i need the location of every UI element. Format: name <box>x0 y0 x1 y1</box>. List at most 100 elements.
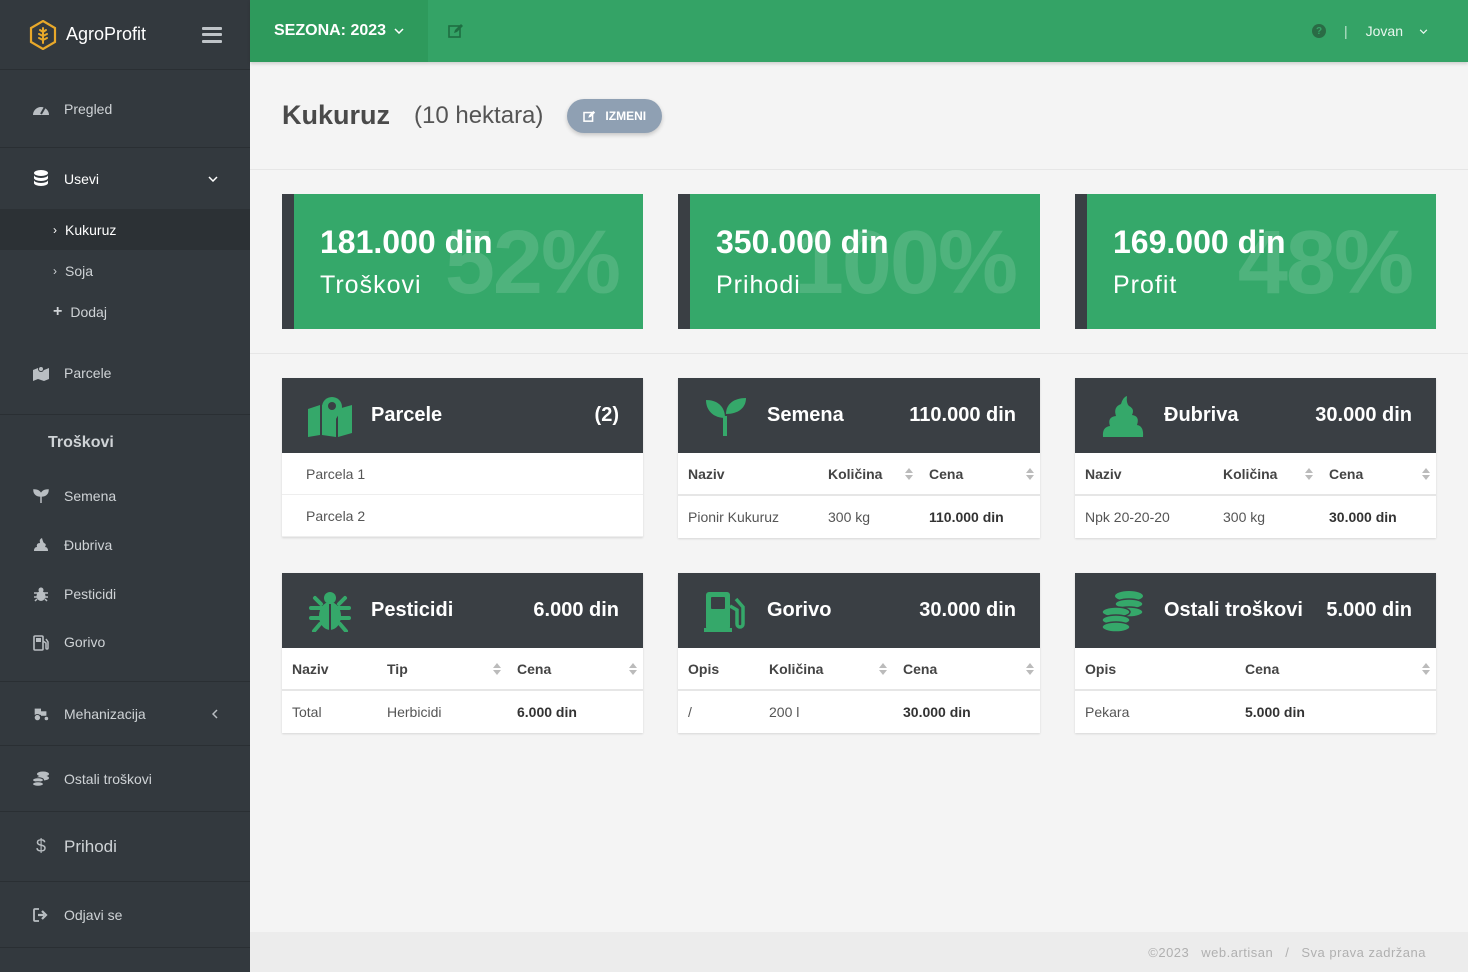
sort-icon <box>879 663 887 675</box>
sidebar-subitem-kukuruz[interactable]: › Kukuruz <box>0 209 250 250</box>
sidebar-subitem-soja[interactable]: › Soja <box>0 250 250 291</box>
page-title: Kukuruz <box>282 100 390 130</box>
footer-separator: / <box>1285 944 1290 960</box>
column-header[interactable]: Cena <box>1319 453 1436 496</box>
coins-icon <box>1099 589 1147 633</box>
bug-icon <box>306 589 354 633</box>
sidebar-item-parcele[interactable]: Parcele <box>0 332 250 415</box>
sidebar-item-ostali-troskovi[interactable]: Ostali troškovi <box>0 746 250 812</box>
card-dubriva: Đubriva 30.000 din Naziv Količina Cena N… <box>1075 378 1436 538</box>
table-cell: Pionir Kukuruz <box>688 509 780 525</box>
card-title: Semena <box>767 404 844 426</box>
sidebar-item-semena[interactable]: Semena <box>0 471 250 520</box>
table-cell: Herbicidi <box>387 704 442 720</box>
table-row[interactable]: Pionir Kukuruz 300 kg 110.000 din <box>678 495 1040 538</box>
column-header[interactable]: Cena <box>507 648 643 691</box>
dashboard-icon <box>32 100 50 118</box>
table-row[interactable]: Pekara 5.000 din <box>1075 690 1436 733</box>
edit-button[interactable]: IZMENI <box>567 98 663 133</box>
sidebar-item-pesticidi[interactable]: Pesticidi <box>0 569 250 618</box>
sidebar-item-odjavi-se[interactable]: Odjavi se <box>0 882 250 948</box>
sort-icon <box>1026 468 1034 480</box>
edit-button-label: IZMENI <box>605 108 647 123</box>
chevron-down-icon[interactable] <box>1419 28 1428 34</box>
gas-pump-icon <box>702 589 750 633</box>
table-cell: Npk 20-20-20 <box>1085 509 1170 525</box>
coins-icon <box>32 770 50 788</box>
chevron-right-icon: › <box>53 222 57 237</box>
help-icon[interactable]: ? <box>1312 24 1326 38</box>
section-divider <box>250 353 1468 354</box>
column-header[interactable]: Količina <box>818 453 919 496</box>
topbar-right: ? | Jovan <box>1312 23 1468 39</box>
list-item[interactable]: Parcela 2 <box>282 495 643 537</box>
table-cell: 110.000 din <box>929 509 1004 525</box>
column-header[interactable]: Cena <box>1235 648 1436 691</box>
sidebar-item-label: Mehanizacija <box>64 705 146 722</box>
card-header: Ostali troškovi 5.000 din <box>1075 573 1436 648</box>
tractor-icon <box>32 705 50 723</box>
season-dropdown[interactable]: SEZONA: 2023 <box>250 0 429 62</box>
stat-label: Prihodi <box>716 271 801 299</box>
sidebar-item-label: Ostali troškovi <box>64 770 152 787</box>
sidebar-item-usevi[interactable]: Usevi <box>0 148 250 209</box>
edit-icon[interactable] <box>448 23 464 39</box>
stats-row: 52% 181.000 din Troškovi 100% 350.000 di… <box>282 194 1436 329</box>
stat-troskovi: 52% 181.000 din Troškovi <box>282 194 643 329</box>
sidebar-item-pregled[interactable]: Pregled <box>0 70 250 148</box>
hamburger-menu-icon[interactable] <box>202 26 222 43</box>
sidebar: AgroProfit Pregled Usevi › Kukuruz › Soj… <box>0 0 250 972</box>
sidebar-subitem-label: Kukuruz <box>65 221 117 238</box>
card-value: (2) <box>594 404 619 426</box>
sidebar-item-label: Đubriva <box>64 536 113 553</box>
sidebar-subitem-label: Soja <box>65 262 94 279</box>
map-marker-icon <box>32 364 50 382</box>
chevron-right-icon: › <box>53 263 57 278</box>
column-header[interactable]: Cena <box>893 648 1040 691</box>
sidebar-subitem-dodaj[interactable]: + Dodaj <box>0 291 250 332</box>
sidebar-item-mehanizacija[interactable]: Mehanizacija <box>0 682 250 746</box>
list-item[interactable]: Parcela 1 <box>282 453 643 495</box>
sidebar-section-troskovi: Troškovi <box>48 434 114 451</box>
map-marker-icon <box>306 394 354 438</box>
table-cell: 200 l <box>769 704 800 720</box>
card-title: Gorivo <box>767 599 832 621</box>
ostali-table: Opis Cena Pekara 5.000 din <box>1075 648 1436 733</box>
season-label: SEZONA: 2023 <box>274 22 387 39</box>
column-header[interactable]: Cena <box>919 453 1040 496</box>
gorivo-table: Opis Količina Cena / 200 l 30.000 din <box>678 648 1040 733</box>
table-row[interactable]: Total Herbicidi 6.000 din <box>282 690 643 733</box>
table-row[interactable]: / 200 l 30.000 din <box>678 690 1040 733</box>
card-title: Đubriva <box>1164 404 1239 426</box>
stat-profit: 48% 169.000 din Profit <box>1075 194 1436 329</box>
card-value: 5.000 din <box>1326 599 1412 621</box>
sidebar-item-label: Usevi <box>64 170 100 187</box>
fertilizer-pile-icon <box>1099 394 1147 438</box>
table-row[interactable]: Npk 20-20-20 300 kg 30.000 din <box>1075 495 1436 538</box>
seedling-icon <box>702 394 750 438</box>
table-cell: 30.000 din <box>1329 509 1397 525</box>
fertilizer-pile-icon <box>32 536 50 554</box>
sort-icon <box>493 663 501 675</box>
sidebar-item-gorivo[interactable]: Gorivo <box>0 618 250 682</box>
sidebar-item-label: Parcele <box>64 365 112 381</box>
table-cell: Pekara <box>1085 704 1130 720</box>
column-header: Naziv <box>282 648 377 691</box>
dollar-icon: $ <box>35 836 46 856</box>
sidebar-item-prihodi[interactable]: $ Prihodi <box>0 812 250 882</box>
card-semena: Semena 110.000 din Naziv Količina Cena P… <box>678 378 1040 538</box>
user-menu[interactable]: Jovan <box>1366 23 1403 39</box>
column-header[interactable]: Količina <box>759 648 893 691</box>
column-header[interactable]: Količina <box>1213 453 1319 496</box>
chevron-down-icon <box>394 28 404 34</box>
database-icon <box>32 170 50 188</box>
card-header: Đubriva 30.000 din <box>1075 378 1436 453</box>
topbar-separator: | <box>1344 23 1348 39</box>
sidebar-item-label: Gorivo <box>64 634 106 650</box>
footer-author-link[interactable]: web.artisan <box>1201 945 1273 960</box>
card-header: Pesticidi 6.000 din <box>282 573 643 648</box>
column-header: Naziv <box>1075 453 1213 496</box>
column-header[interactable]: Tip <box>377 648 507 691</box>
card-value: 30.000 din <box>1315 404 1412 426</box>
sidebar-item-dubriva[interactable]: Đubriva <box>0 520 250 569</box>
